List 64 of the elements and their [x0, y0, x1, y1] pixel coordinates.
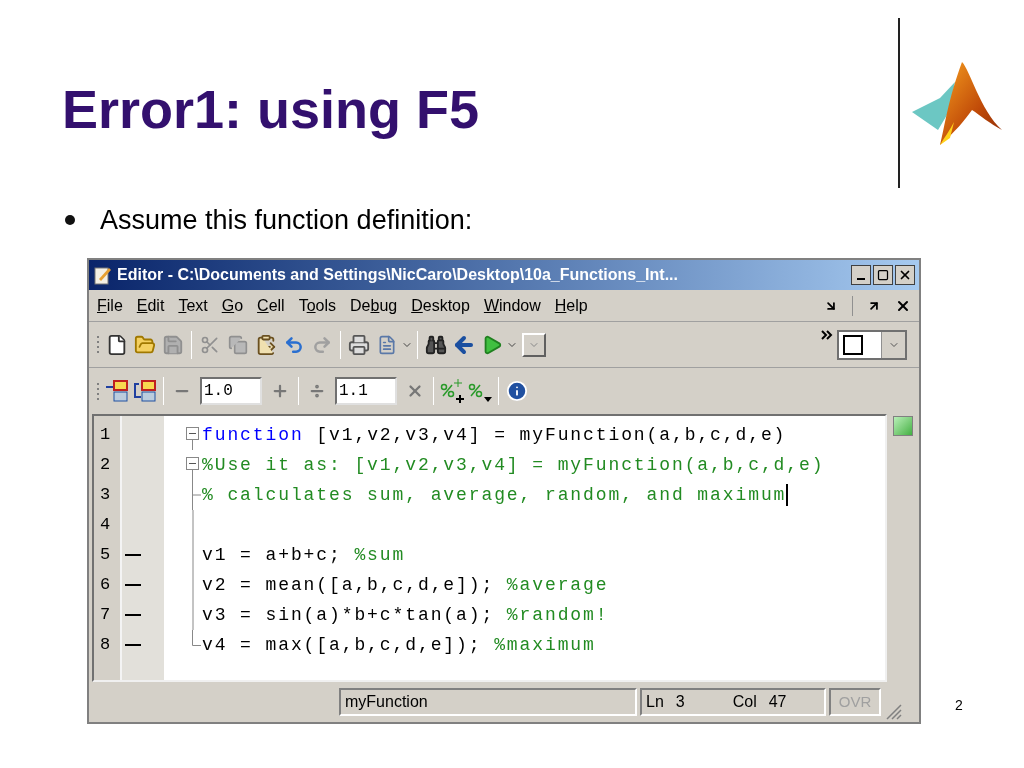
cell-divider-icon[interactable] [133, 379, 157, 403]
menu-item[interactable]: Desktop [411, 293, 470, 318]
code-line: v4 = max([a,b,c,d,e]); %maximum [202, 633, 596, 657]
step-field[interactable]: 1.0 [200, 377, 262, 405]
print-icon[interactable] [348, 333, 370, 356]
percent-plus-icon[interactable] [438, 379, 466, 403]
code-line: function [v1,v2,v3,v4] = myFunction(a,b,c,d,e) [202, 423, 787, 447]
new-file-icon[interactable] [106, 333, 128, 356]
menu-item[interactable]: Cell [257, 293, 285, 318]
code-line: %Use it as: [v1,v2,v3,v4] = myFunction(a,b,c,d,e) [202, 453, 825, 477]
maximize-button[interactable] [873, 265, 893, 285]
maximize-icon [877, 269, 889, 281]
close-button[interactable] [895, 265, 915, 285]
save-icon[interactable] [162, 333, 184, 356]
line-number: 4 [99, 514, 112, 537]
code-line: v2 = mean([a,b,c,d,e]); %average [202, 573, 609, 597]
menu-item[interactable]: Window [483, 293, 541, 318]
editor-icon [93, 265, 113, 285]
multiply-icon[interactable] [406, 382, 424, 400]
divide-icon[interactable] [308, 382, 326, 400]
plus-icon[interactable] [271, 382, 289, 400]
binoculars-icon[interactable] [425, 333, 447, 356]
layout-combo-box[interactable] [837, 329, 907, 360]
line-number: 5 [99, 544, 112, 567]
info-icon[interactable] [506, 380, 528, 402]
line-label: Ln [646, 692, 664, 712]
menu-item[interactable]: Debug [350, 293, 398, 318]
line-number: 8 [99, 634, 112, 657]
function-name: myFunction [345, 692, 428, 712]
paste-icon[interactable] [255, 333, 277, 356]
line-value: 3 [675, 692, 685, 712]
minimize-button[interactable] [851, 265, 871, 285]
open-folder-icon[interactable] [134, 333, 156, 356]
line-number: 2 [99, 454, 112, 477]
bullet-text: Assume this function definition: [100, 203, 473, 237]
close-icon [898, 268, 912, 282]
menu-item[interactable]: Help [554, 293, 588, 318]
menu-item[interactable]: File [97, 293, 123, 318]
line-number: 3 [99, 484, 112, 507]
menu-item[interactable]: Go [221, 293, 244, 318]
status-indicator-icon[interactable] [893, 416, 913, 436]
insert-cell-icon[interactable] [105, 379, 129, 403]
scale-field[interactable]: 1.1 [335, 377, 397, 405]
resize-grip-icon[interactable] [884, 702, 902, 720]
undo-icon[interactable] [284, 334, 304, 355]
window-title: Editor - C:\Documents and Settings\NicCaro\Desktop\10a_Functions_Int... [117, 265, 679, 285]
line-number: 7 [99, 604, 112, 627]
line-number: 6 [99, 574, 112, 597]
document-icon[interactable] [377, 334, 397, 355]
copy-icon[interactable] [228, 334, 248, 355]
bullet-icon [64, 214, 76, 226]
page-number: 2 [955, 696, 963, 715]
column-label: Col [732, 692, 757, 712]
code-line: v1 = a+b+c; %sum [202, 543, 406, 567]
line-number: 1 [99, 424, 112, 447]
menu-item[interactable]: Edit [136, 293, 165, 318]
dropdown-button[interactable] [522, 332, 546, 357]
column-value: 47 [768, 692, 787, 712]
cut-icon[interactable] [200, 334, 220, 355]
menu-item[interactable]: Tools [298, 293, 336, 318]
menu-item[interactable]: Text [178, 293, 208, 318]
code-line: % calculates sum, average, random, and maximum [202, 483, 787, 507]
overflow-chevron-icon[interactable] [821, 330, 833, 340]
code-line: v3 = sin(a)*b+c*tan(a); %random! [202, 603, 609, 627]
